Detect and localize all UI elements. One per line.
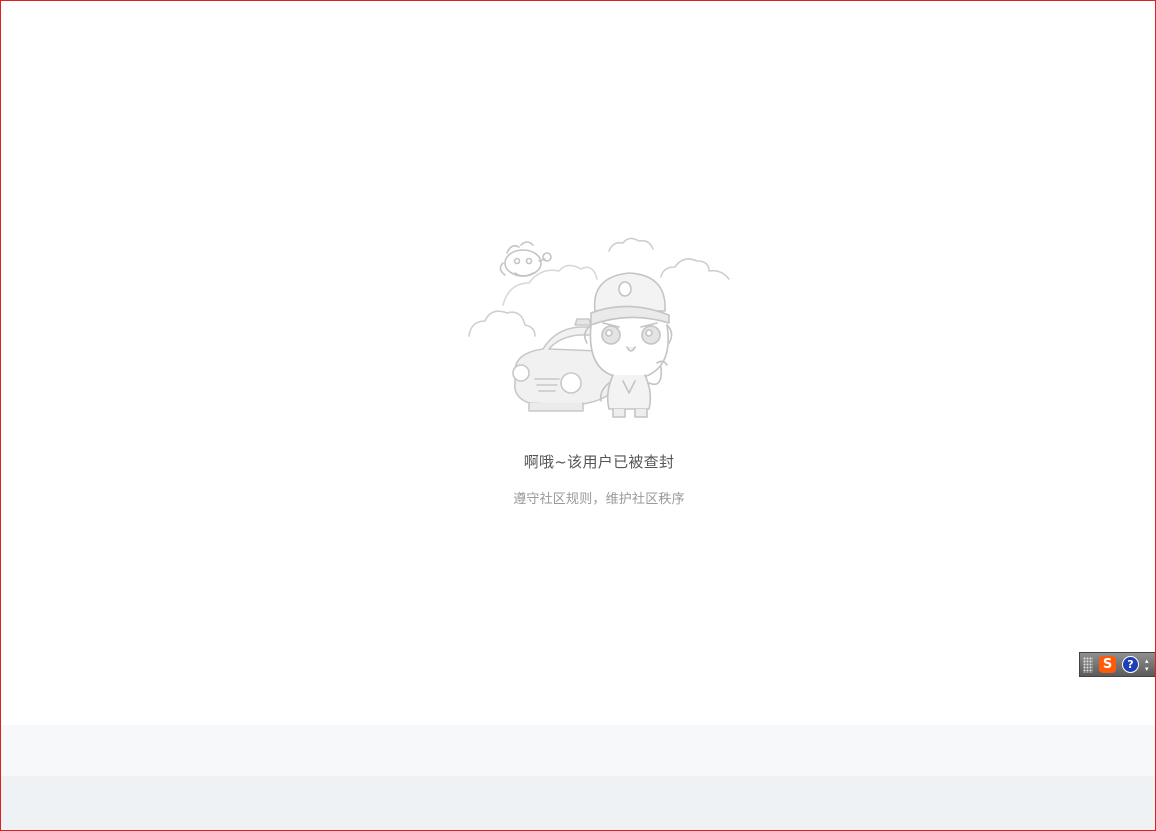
ime-toolbar[interactable]: S ? ▴ ▾ (1079, 652, 1156, 677)
page: 啊哦~该用户已被查封 遵守社区规则，维护社区秩序 (1, 1, 1155, 830)
drag-handle-icon[interactable] (1083, 656, 1093, 673)
expand-arrows-icon[interactable]: ▴ ▾ (1145, 657, 1151, 673)
banned-message-subtitle: 遵守社区规则，维护社区秩序 (513, 492, 685, 507)
footer-bottom (1, 776, 1155, 830)
banned-user-illustration (468, 237, 730, 418)
banned-message-title: 啊哦~该用户已被查封 (523, 453, 675, 471)
sogou-logo-icon[interactable]: S (1099, 656, 1116, 673)
cloud-icon (660, 258, 730, 280)
footer-band (1, 725, 1155, 776)
cloud-icon (468, 310, 536, 337)
help-icon[interactable]: ? (1122, 656, 1139, 673)
cloud-icon (608, 237, 654, 252)
